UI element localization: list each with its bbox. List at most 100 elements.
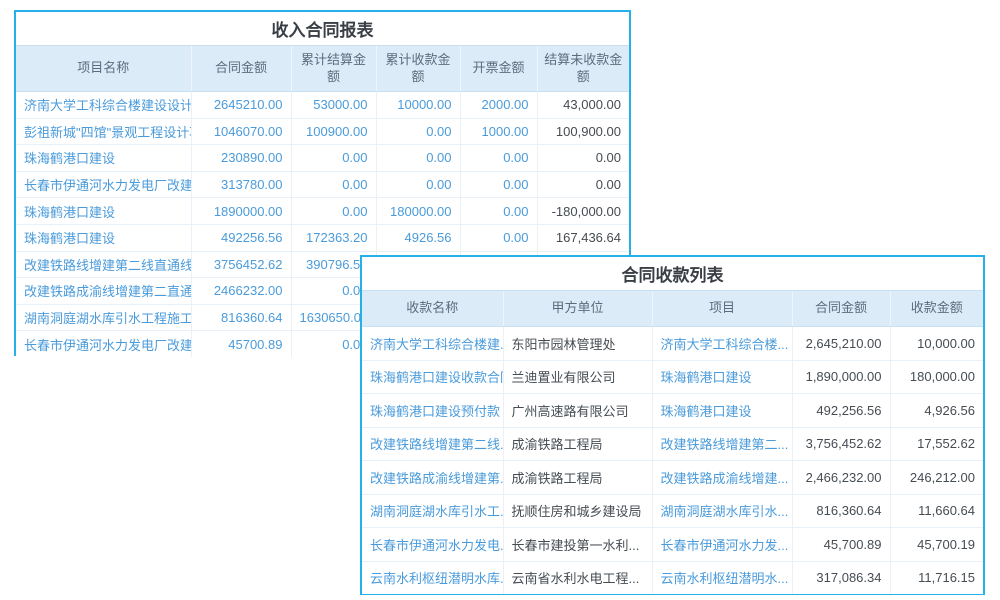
cell: 100900.00 <box>291 118 376 145</box>
cell: 成渝铁路工程局 <box>503 461 652 495</box>
receipt-list-header-row: 收款名称甲方单位项目合同金额收款金额 <box>362 291 983 327</box>
project-link[interactable]: 改建铁路线增建第二线... <box>362 427 503 461</box>
cell: 816360.64 <box>191 304 291 331</box>
cell: 0.00 <box>291 145 376 172</box>
cell: 0.00 <box>376 145 460 172</box>
cell: 1000.00 <box>460 118 537 145</box>
cell: 兰迪置业有限公司 <box>503 360 652 394</box>
cell: 180,000.00 <box>890 360 983 394</box>
cell: 0.00 <box>537 145 629 172</box>
project-link[interactable]: 珠海鹤港口建设预付款 <box>362 394 503 428</box>
project-link[interactable]: 云南水利枢纽潜明水... <box>652 561 792 594</box>
receipt-list-title: 合同收款列表 <box>362 257 983 290</box>
project-link[interactable]: 云南水利枢纽潜明水库... <box>362 561 503 594</box>
cell: 17,552.62 <box>890 427 983 461</box>
project-link[interactable]: 长春市伊通河水力发电厂改建工程 <box>16 171 191 198</box>
cell: 广州高速路有限公司 <box>503 394 652 428</box>
cell: 492256.56 <box>191 224 291 251</box>
project-link[interactable]: 珠海鹤港口建设收款合同 <box>362 360 503 394</box>
project-link[interactable]: 珠海鹤港口建设 <box>16 224 191 251</box>
cell: 3756452.62 <box>191 251 291 278</box>
cell: 长春市建投第一水利... <box>503 528 652 562</box>
cell: 2,645,210.00 <box>792 327 890 361</box>
cell: 成渝铁路工程局 <box>503 427 652 461</box>
cell: 10000.00 <box>376 92 460 119</box>
table-row: 济南大学工科综合楼建...东阳市园林管理处济南大学工科综合楼...2,645,2… <box>362 327 983 361</box>
table-row: 云南水利枢纽潜明水库...云南省水利水电工程...云南水利枢纽潜明水...317… <box>362 561 983 594</box>
table-row: 改建铁路成渝线增建第...成渝铁路工程局改建铁路成渝线增建...2,466,23… <box>362 461 983 495</box>
cell: 43,000.00 <box>537 92 629 119</box>
cell: 492,256.56 <box>792 394 890 428</box>
cell: 816,360.64 <box>792 494 890 528</box>
cell: 317,086.34 <box>792 561 890 594</box>
cell: 0.00 <box>291 198 376 225</box>
column-header: 收款名称 <box>362 291 503 327</box>
column-header: 项目名称 <box>16 46 191 92</box>
receipt-list-panel: 合同收款列表 收款名称甲方单位项目合同金额收款金额 济南大学工科综合楼建...东… <box>360 255 985 595</box>
cell: 1046070.00 <box>191 118 291 145</box>
project-link[interactable]: 改建铁路成渝线增建第... <box>362 461 503 495</box>
cell: 167,436.64 <box>537 224 629 251</box>
cell: 0.00 <box>460 145 537 172</box>
cell: 4926.56 <box>376 224 460 251</box>
cell: 0.00 <box>376 118 460 145</box>
column-header: 开票金额 <box>460 46 537 92</box>
cell: 0.00 <box>460 171 537 198</box>
column-header: 甲方单位 <box>503 291 652 327</box>
column-header: 累计结算金额 <box>291 46 376 92</box>
project-link[interactable]: 长春市伊通河水力发电厂改建工程 <box>16 331 191 357</box>
cell: 抚顺住房和城乡建设局 <box>503 494 652 528</box>
cell: 0.00 <box>460 224 537 251</box>
cell: 180000.00 <box>376 198 460 225</box>
table-row: 改建铁路线增建第二线...成渝铁路工程局改建铁路线增建第二...3,756,45… <box>362 427 983 461</box>
table-row: 珠海鹤港口建设收款合同兰迪置业有限公司珠海鹤港口建设1,890,000.0018… <box>362 360 983 394</box>
table-row: 彭祖新城"四馆"景观工程设计项目1046070.00100900.000.001… <box>16 118 629 145</box>
project-link[interactable]: 济南大学工科综合楼建设设计项目 <box>16 92 191 119</box>
column-header: 累计收款金额 <box>376 46 460 92</box>
cell: 53000.00 <box>291 92 376 119</box>
table-row: 长春市伊通河水力发电...长春市建投第一水利...长春市伊通河水力发...45,… <box>362 528 983 562</box>
cell: 230890.00 <box>191 145 291 172</box>
cell: 172363.20 <box>291 224 376 251</box>
cell: 10,000.00 <box>890 327 983 361</box>
project-link[interactable]: 湖南洞庭湖水库引水工... <box>362 494 503 528</box>
column-header: 合同金额 <box>792 291 890 327</box>
cell: 313780.00 <box>191 171 291 198</box>
cell: 45700.89 <box>191 331 291 357</box>
cell: 东阳市园林管理处 <box>503 327 652 361</box>
receipt-list-table: 收款名称甲方单位项目合同金额收款金额 济南大学工科综合楼建...东阳市园林管理处… <box>362 290 983 594</box>
project-link[interactable]: 济南大学工科综合楼建... <box>362 327 503 361</box>
project-link[interactable]: 珠海鹤港口建设 <box>16 198 191 225</box>
income-report-header-row: 项目名称合同金额累计结算金额累计收款金额开票金额结算未收款金额 <box>16 46 629 92</box>
project-link[interactable]: 珠海鹤港口建设 <box>16 145 191 172</box>
project-link[interactable]: 长春市伊通河水力发... <box>652 528 792 562</box>
cell: 11,660.64 <box>890 494 983 528</box>
project-link[interactable]: 长春市伊通河水力发电... <box>362 528 503 562</box>
cell: 0.00 <box>537 171 629 198</box>
project-link[interactable]: 珠海鹤港口建设 <box>652 360 792 394</box>
table-row: 珠海鹤港口建设1890000.000.00180000.000.00-180,0… <box>16 198 629 225</box>
cell: 1890000.00 <box>191 198 291 225</box>
cell: 0.00 <box>291 171 376 198</box>
table-row: 长春市伊通河水力发电厂改建工程313780.000.000.000.000.00 <box>16 171 629 198</box>
project-link[interactable]: 湖南洞庭湖水库引水工程施工标段 <box>16 304 191 331</box>
cell: -180,000.00 <box>537 198 629 225</box>
project-link[interactable]: 改建铁路成渝线增建第二直通线 <box>16 278 191 305</box>
cell: 45,700.89 <box>792 528 890 562</box>
project-link[interactable]: 湖南洞庭湖水库引水... <box>652 494 792 528</box>
column-header: 合同金额 <box>191 46 291 92</box>
table-row: 珠海鹤港口建设492256.56172363.204926.560.00167,… <box>16 224 629 251</box>
project-link[interactable]: 济南大学工科综合楼... <box>652 327 792 361</box>
project-link[interactable]: 珠海鹤港口建设 <box>652 394 792 428</box>
project-link[interactable]: 改建铁路线增建第二... <box>652 427 792 461</box>
cell: 100,900.00 <box>537 118 629 145</box>
project-link[interactable]: 改建铁路成渝线增建... <box>652 461 792 495</box>
project-link[interactable]: 彭祖新城"四馆"景观工程设计项目 <box>16 118 191 145</box>
income-report-title: 收入合同报表 <box>16 12 629 45</box>
cell: 11,716.15 <box>890 561 983 594</box>
column-header: 结算未收款金额 <box>537 46 629 92</box>
cell: 2466232.00 <box>191 278 291 305</box>
project-link[interactable]: 改建铁路线增建第二线直通线 <box>16 251 191 278</box>
column-header: 项目 <box>652 291 792 327</box>
cell: 246,212.00 <box>890 461 983 495</box>
